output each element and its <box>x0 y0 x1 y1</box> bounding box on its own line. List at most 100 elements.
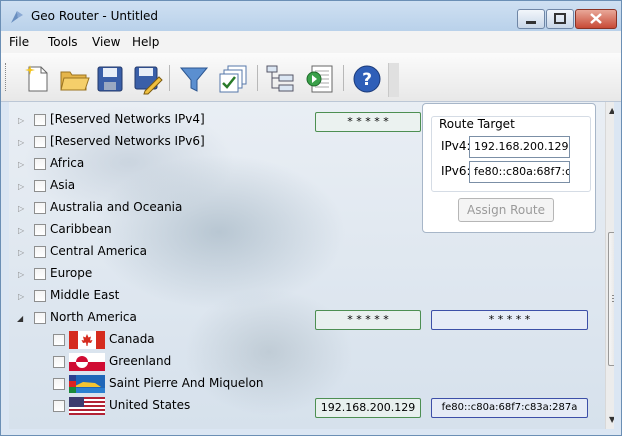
row-checkbox[interactable] <box>34 224 46 236</box>
tree-row-africa[interactable]: ▷ Africa <box>9 154 409 176</box>
minimize-icon <box>526 21 536 24</box>
expand-arrow-icon[interactable]: ▷ <box>18 161 26 169</box>
scrollbar-grip <box>612 298 614 299</box>
route-target-title: Route Target <box>439 117 515 131</box>
tree-row-reserved-ipv6[interactable]: ▷ [Reserved Networks IPv6] <box>9 132 409 154</box>
window-title: Geo Router - Untitled <box>31 9 159 23</box>
tree-row-label: Caribbean <box>50 222 112 236</box>
tree-row-saint-pierre-miquelon[interactable]: Saint Pierre And Miquelon <box>9 374 409 396</box>
tree-row-australia-oceania[interactable]: ▷ Australia and Oceania <box>9 198 409 220</box>
select-all-icon[interactable] <box>218 63 250 95</box>
filter-icon[interactable] <box>178 63 210 95</box>
row-checkbox[interactable] <box>53 334 65 346</box>
menu-file[interactable]: File <box>9 35 29 49</box>
tree-view-icon[interactable] <box>264 63 296 95</box>
title-bar: Geo Router - Untitled <box>1 1 621 31</box>
help-icon[interactable]: ? <box>351 63 383 95</box>
ipv6-input[interactable]: fe80::c80a:68f7:c8 <box>469 161 570 183</box>
tree-row-label: Middle East <box>50 288 120 302</box>
expand-arrow-icon[interactable]: ▷ <box>18 227 26 235</box>
tree-row-middle-east[interactable]: ▷ Middle East <box>9 286 409 308</box>
tree-row-label: Central America <box>50 244 148 258</box>
row-checkbox[interactable] <box>34 136 46 148</box>
scroll-up-icon[interactable]: ▲ <box>609 106 614 115</box>
ipv6-route-box[interactable]: fe80::c80a:68f7:c83a:287a <box>431 398 588 418</box>
row-checkbox[interactable] <box>34 158 46 170</box>
row-checkbox[interactable] <box>34 180 46 192</box>
tree-row-greenland[interactable]: Greenland <box>9 352 409 374</box>
expand-arrow-icon[interactable]: ▷ <box>18 117 26 125</box>
row-checkbox[interactable] <box>53 356 65 368</box>
row-checkbox[interactable] <box>34 114 46 126</box>
save-as-icon[interactable] <box>131 63 163 95</box>
app-window: Geo Router - Untitled File Tools View He… <box>0 0 622 436</box>
scrollbar-thumb[interactable] <box>608 232 614 366</box>
tree-row-north-america[interactable]: ◢ North America * * * * * * * * * * <box>9 308 605 330</box>
united-states-flag <box>69 397 105 415</box>
tree-row-asia[interactable]: ▷ Asia <box>9 176 409 198</box>
tree-row-label: United States <box>109 398 191 412</box>
tree-row-central-america[interactable]: ▷ Central America <box>9 242 409 264</box>
expand-arrow-icon[interactable]: ▷ <box>18 293 26 301</box>
ipv4-route-box[interactable]: * * * * * <box>315 112 421 132</box>
open-folder-icon[interactable] <box>58 63 90 95</box>
row-checkbox[interactable] <box>53 378 65 390</box>
collapse-arrow-icon[interactable]: ◢ <box>17 315 25 323</box>
assign-route-button[interactable]: Assign Route <box>458 198 554 222</box>
tree-row-label: Africa <box>50 156 85 170</box>
menu-view[interactable]: View <box>92 35 120 49</box>
tree-row-united-states[interactable]: United States 192.168.200.129 fe80::c80a… <box>9 396 605 418</box>
menu-tools[interactable]: Tools <box>48 35 78 49</box>
tree-row-label: Saint Pierre And Miquelon <box>109 376 264 390</box>
tree-row-label: Canada <box>109 332 155 346</box>
ipv4-route-box[interactable]: 192.168.200.129 <box>315 398 421 418</box>
toolbar: ? <box>1 53 621 102</box>
tree-row-label: Australia and Oceania <box>50 200 183 214</box>
tree-row-caribbean[interactable]: ▷ Caribbean <box>9 220 409 242</box>
expand-arrow-icon[interactable]: ▷ <box>18 249 26 257</box>
tree-row-europe[interactable]: ▷ Europe <box>9 264 409 286</box>
tree-row-canada[interactable]: Canada <box>9 330 409 352</box>
row-checkbox[interactable] <box>34 202 46 214</box>
tree-row-label: Asia <box>50 178 76 192</box>
minimize-button[interactable] <box>517 9 545 29</box>
expand-arrow-icon[interactable]: ▷ <box>18 271 26 279</box>
toolbar-separator <box>257 65 258 91</box>
ipv4-input[interactable]: 192.168.200.129 <box>469 136 570 158</box>
menu-help[interactable]: Help <box>132 35 159 49</box>
tree-row-label: [Reserved Networks IPv4] <box>50 112 205 126</box>
save-icon[interactable] <box>94 63 126 95</box>
ipv4-label: IPv4: <box>441 139 471 153</box>
row-checkbox[interactable] <box>34 290 46 302</box>
vertical-scrollbar[interactable]: ▲ ▼ <box>605 102 614 429</box>
toolbar-grip[interactable] <box>5 63 9 91</box>
close-button[interactable] <box>575 9 617 29</box>
scroll-down-icon[interactable]: ▼ <box>609 415 614 424</box>
row-checkbox[interactable] <box>34 312 46 324</box>
new-icon[interactable] <box>21 63 53 95</box>
export-icon[interactable] <box>304 63 336 95</box>
geo-tree-panel: ▷ [Reserved Networks IPv4] * * * * * ▷ [… <box>9 102 614 429</box>
expand-arrow-icon[interactable]: ▷ <box>18 183 26 191</box>
scrollbar-grip <box>612 301 614 302</box>
expand-arrow-icon[interactable]: ▷ <box>18 205 26 213</box>
tree-row-label: North America <box>50 310 137 324</box>
toolbar-overflow-button[interactable] <box>388 63 399 97</box>
ipv6-route-box[interactable]: * * * * * <box>431 310 588 330</box>
ipv4-route-box[interactable]: * * * * * <box>315 310 421 330</box>
toolbar-separator <box>343 65 344 91</box>
tree-row-label: Greenland <box>109 354 172 368</box>
route-target-panel: Route Target IPv4: 192.168.200.129 IPv6:… <box>422 103 596 233</box>
maximize-icon <box>554 13 566 24</box>
maximize-button[interactable] <box>546 9 574 29</box>
app-icon <box>11 11 23 23</box>
canada-flag <box>69 331 105 349</box>
row-checkbox[interactable] <box>34 268 46 280</box>
tree-row-label: [Reserved Networks IPv6] <box>50 134 205 148</box>
row-checkbox[interactable] <box>53 400 65 412</box>
expand-arrow-icon[interactable]: ▷ <box>18 139 26 147</box>
row-checkbox[interactable] <box>34 246 46 258</box>
ipv6-label: IPv6: <box>441 164 471 178</box>
tree-row-label: Europe <box>50 266 93 280</box>
saint-pierre-miquelon-flag <box>69 375 105 393</box>
